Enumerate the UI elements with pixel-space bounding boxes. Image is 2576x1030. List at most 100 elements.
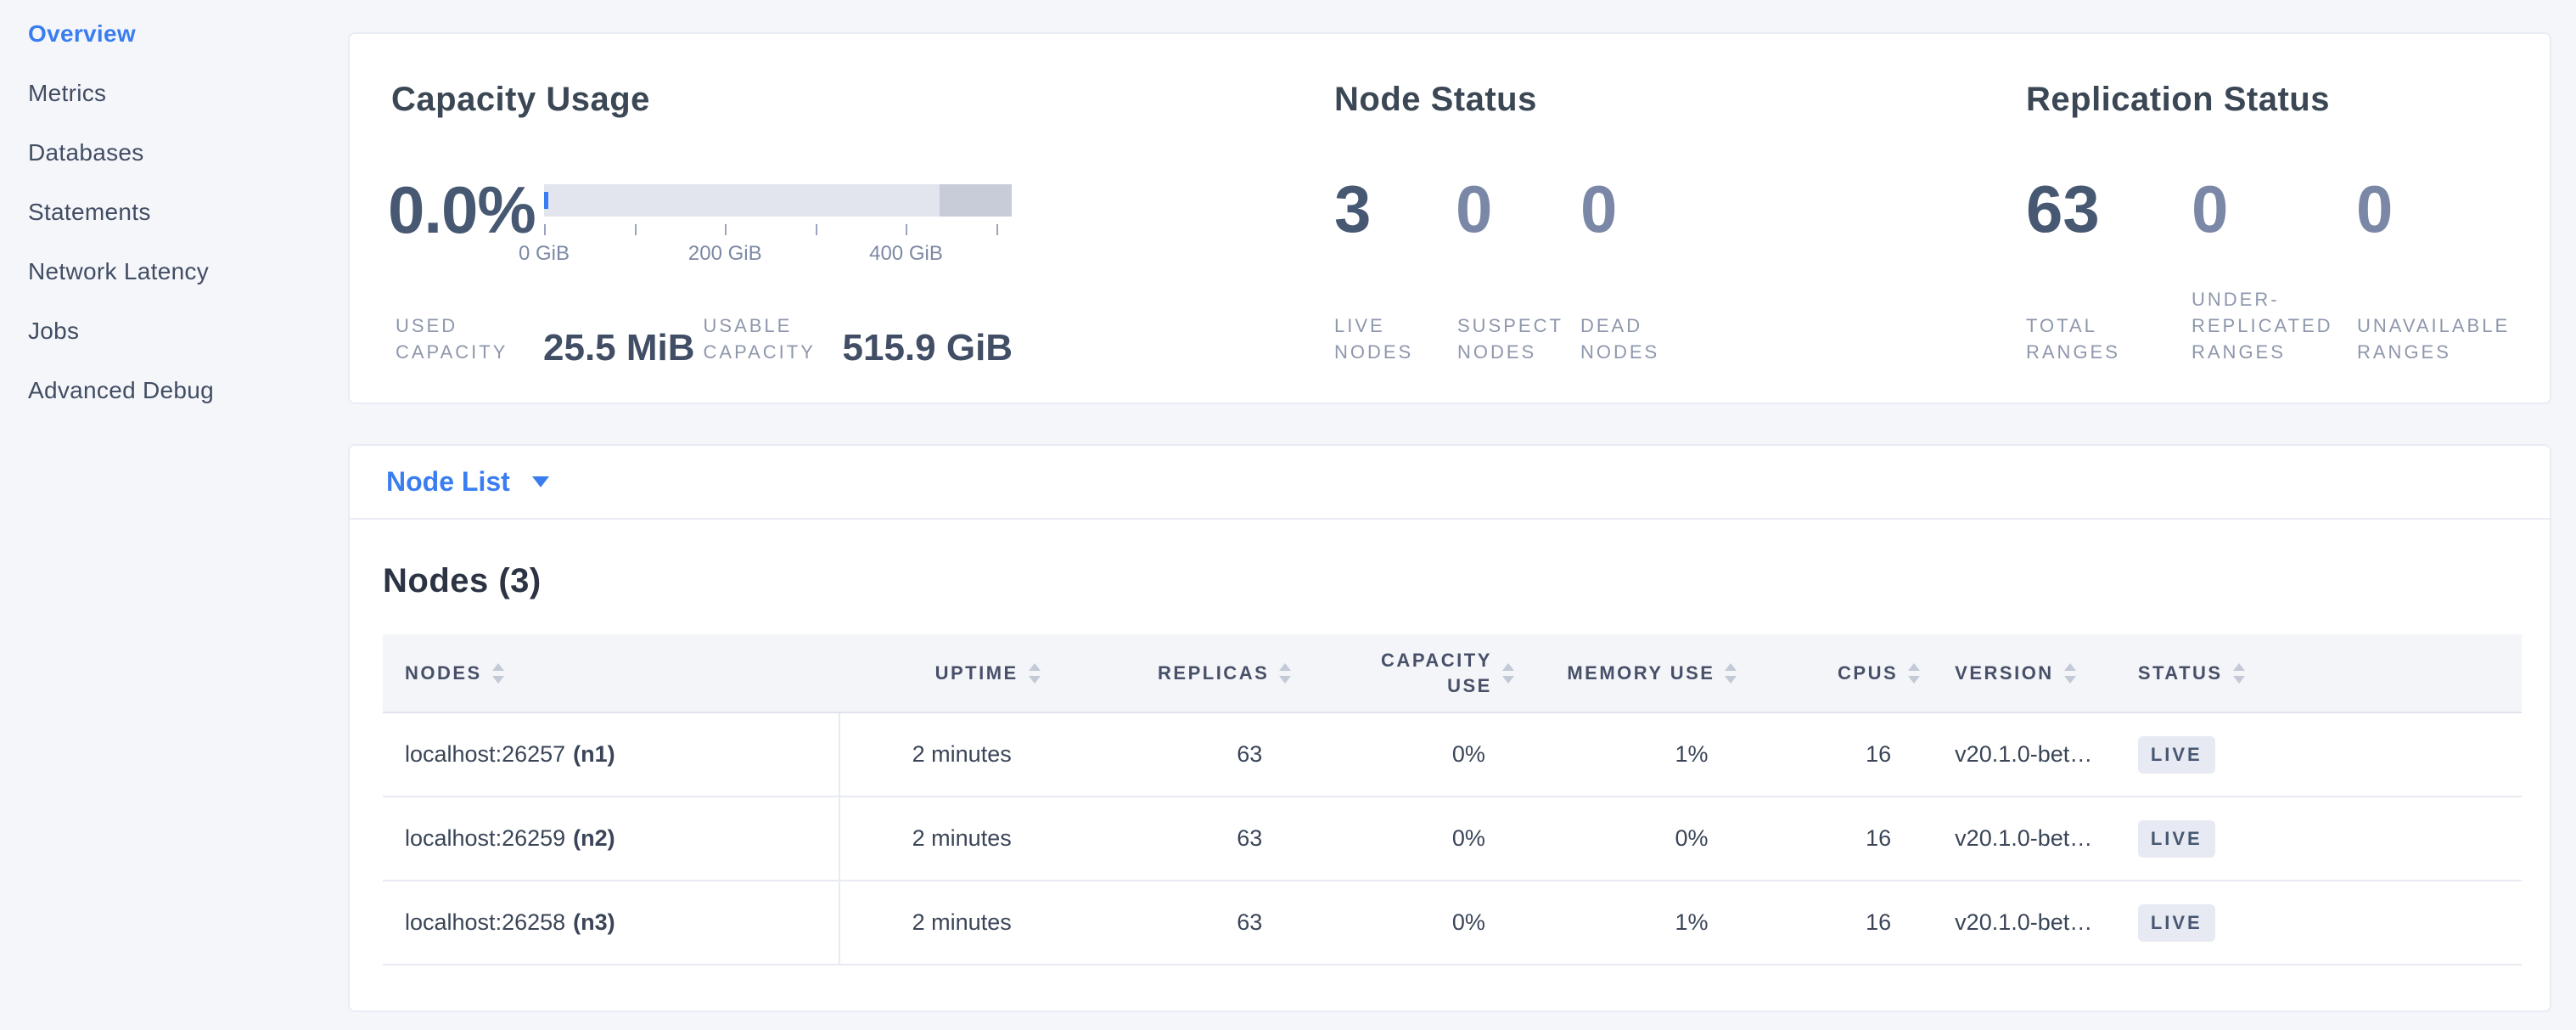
axis-label-0gib: 0 GiB — [519, 242, 570, 266]
column-header-nodes[interactable]: NODES — [383, 634, 840, 712]
node-table-row[interactable]: localhost:26258 (n3) 2 minutes 63 0% 1% … — [383, 881, 2522, 965]
sort-arrows-icon — [1279, 663, 1291, 684]
column-header-replicas[interactable]: REPLICAS — [1051, 634, 1302, 712]
replicas-cell: 63 — [1051, 797, 1302, 880]
version-cell: v20.1.0-bet… — [1930, 713, 2116, 796]
column-header-nodes-label: NODES — [405, 662, 482, 684]
sort-arrows-icon — [2064, 663, 2076, 684]
capacity-gauge: 0 GiB 200 GiB 400 GiB — [544, 184, 1012, 267]
replication-status-title: Replication Status — [2026, 81, 2330, 119]
status-cell: LIVE — [2116, 713, 2522, 796]
nodes-table-header: NODES UPTIME REPLICAS CAPACITY USE MEMOR… — [383, 634, 2522, 713]
suspect-nodes-count: 0 — [1456, 176, 1492, 242]
status-badge: LIVE — [2138, 820, 2215, 858]
cluster-summary-card: Capacity Usage Node Status Replication S… — [348, 32, 2551, 404]
node-id: (n3) — [573, 909, 615, 936]
column-header-version[interactable]: VERSION — [1930, 634, 2116, 712]
column-header-uptime[interactable]: UPTIME — [840, 634, 1051, 712]
nodes-count-heading: Nodes (3) — [383, 562, 2550, 600]
axis-label-400gib: 400 GiB — [869, 242, 943, 266]
live-nodes-count: 3 — [1334, 176, 1371, 242]
capacity-gauge-axis-labels: 0 GiB 200 GiB 400 GiB — [544, 242, 1012, 267]
sort-arrows-icon — [492, 663, 504, 684]
node-list-card: Node List Nodes (3) NODES UPTIME REPLICA… — [348, 444, 2551, 1012]
column-header-memory-use-label: MEMORY USE — [1567, 662, 1715, 684]
memory-use-cell: 0% — [1524, 797, 1748, 880]
column-header-memory-use[interactable]: MEMORY USE — [1524, 634, 1748, 712]
node-id: (n1) — [573, 741, 615, 768]
column-header-cpus[interactable]: CPUS — [1747, 634, 1930, 712]
column-header-capacity-use-label: CAPACITY USE — [1373, 648, 1492, 699]
sidebar-item-jobs[interactable]: Jobs — [28, 319, 348, 343]
replicas-cell: 63 — [1051, 881, 1302, 964]
node-table-row[interactable]: localhost:26259 (n2) 2 minutes 63 0% 0% … — [383, 797, 2522, 881]
uptime-cell: 2 minutes — [840, 797, 1051, 880]
node-address-cell: localhost:26258 (n3) — [383, 881, 840, 964]
live-nodes-label: LIVE NODES — [1334, 312, 1457, 365]
status-badge: LIVE — [2138, 736, 2215, 774]
sidebar-item-metrics[interactable]: Metrics — [28, 82, 348, 105]
capacity-usage-title: Capacity Usage — [391, 81, 650, 119]
sidebar-item-network-latency[interactable]: Network Latency — [28, 260, 348, 284]
status-cell: LIVE — [2116, 881, 2522, 964]
sidebar-item-overview[interactable]: Overview — [28, 22, 348, 46]
uptime-cell: 2 minutes — [840, 713, 1051, 796]
column-header-replicas-label: REPLICAS — [1158, 662, 1269, 684]
status-badge: LIVE — [2138, 904, 2215, 942]
used-capacity-value: 25.5 MiB — [543, 331, 695, 365]
capacity-use-cell: 0% — [1301, 881, 1524, 964]
node-address: localhost:26258 — [405, 909, 565, 936]
sidebar-item-databases[interactable]: Databases — [28, 141, 348, 165]
capacity-gauge-ticks — [544, 224, 1012, 235]
column-header-uptime-label: UPTIME — [935, 662, 1019, 684]
node-address-cell: localhost:26259 (n2) — [383, 797, 840, 880]
capacity-used-percent: 0.0% — [388, 177, 536, 243]
cpus-cell: 16 — [1747, 713, 1930, 796]
dead-nodes-label: DEAD NODES — [1580, 312, 1703, 365]
node-address: localhost:26259 — [405, 825, 565, 852]
usable-capacity-value: 515.9 GiB — [843, 331, 1013, 365]
unavailable-ranges-label: UNAVAILABLE RANGES — [2357, 312, 2523, 365]
suspect-nodes-label: SUSPECT NODES — [1457, 312, 1580, 365]
memory-use-cell: 1% — [1524, 881, 1748, 964]
column-header-status[interactable]: STATUS — [2116, 634, 2522, 712]
node-status-labels: LIVE NODES SUSPECT NODES DEAD NODES — [1334, 286, 1703, 365]
total-ranges-label: TOTAL RANGES — [2026, 312, 2192, 365]
capacity-stats: USED CAPACITY 25.5 MiB USABLE CAPACITY 5… — [396, 311, 1013, 365]
unavailable-ranges-count: 0 — [2356, 176, 2393, 242]
sort-arrows-icon — [1725, 663, 1737, 684]
version-cell: v20.1.0-bet… — [1930, 881, 2116, 964]
capacity-use-cell: 0% — [1301, 713, 1524, 796]
uptime-cell: 2 minutes — [840, 881, 1051, 964]
sidebar-item-advanced-debug[interactable]: Advanced Debug — [28, 379, 348, 402]
version-cell: v20.1.0-bet… — [1930, 797, 2116, 880]
total-ranges-count: 63 — [2026, 176, 2100, 242]
column-header-cpus-label: CPUS — [1838, 662, 1898, 684]
replication-status-labels: TOTAL RANGES UNDER-REPLICATED RANGES UNA… — [2026, 286, 2523, 365]
memory-use-cell: 1% — [1524, 713, 1748, 796]
capacity-gauge-track — [544, 184, 1012, 217]
sidebar-item-statements[interactable]: Statements — [28, 200, 348, 224]
sort-arrows-icon — [1029, 663, 1041, 684]
dead-nodes-count: 0 — [1580, 176, 1617, 242]
status-cell: LIVE — [2116, 797, 2522, 880]
node-id: (n2) — [573, 825, 615, 852]
capacity-gauge-used-marker — [544, 192, 548, 209]
column-header-version-label: VERSION — [1955, 662, 2054, 684]
sort-arrows-icon — [1502, 663, 1514, 684]
node-list-dropdown[interactable]: Node List — [350, 446, 2550, 520]
cpus-cell: 16 — [1747, 797, 1930, 880]
used-capacity-label: USED CAPACITY — [396, 312, 525, 365]
column-header-capacity-use[interactable]: CAPACITY USE — [1301, 634, 1524, 712]
under-replicated-ranges-count: 0 — [2192, 176, 2228, 242]
sort-arrows-icon — [2233, 663, 2245, 684]
sidebar-nav: Overview Metrics Databases Statements Ne… — [0, 0, 348, 1030]
node-table-row[interactable]: localhost:26257 (n1) 2 minutes 63 0% 1% … — [383, 713, 2522, 797]
column-header-status-label: STATUS — [2138, 662, 2223, 684]
nodes-table: NODES UPTIME REPLICAS CAPACITY USE MEMOR… — [383, 634, 2522, 965]
usable-capacity-label: USABLE CAPACITY — [704, 312, 833, 365]
chevron-down-icon — [532, 476, 549, 487]
capacity-use-cell: 0% — [1301, 797, 1524, 880]
node-list-dropdown-label[interactable]: Node List — [386, 466, 510, 498]
node-status-title: Node Status — [1334, 81, 1537, 119]
